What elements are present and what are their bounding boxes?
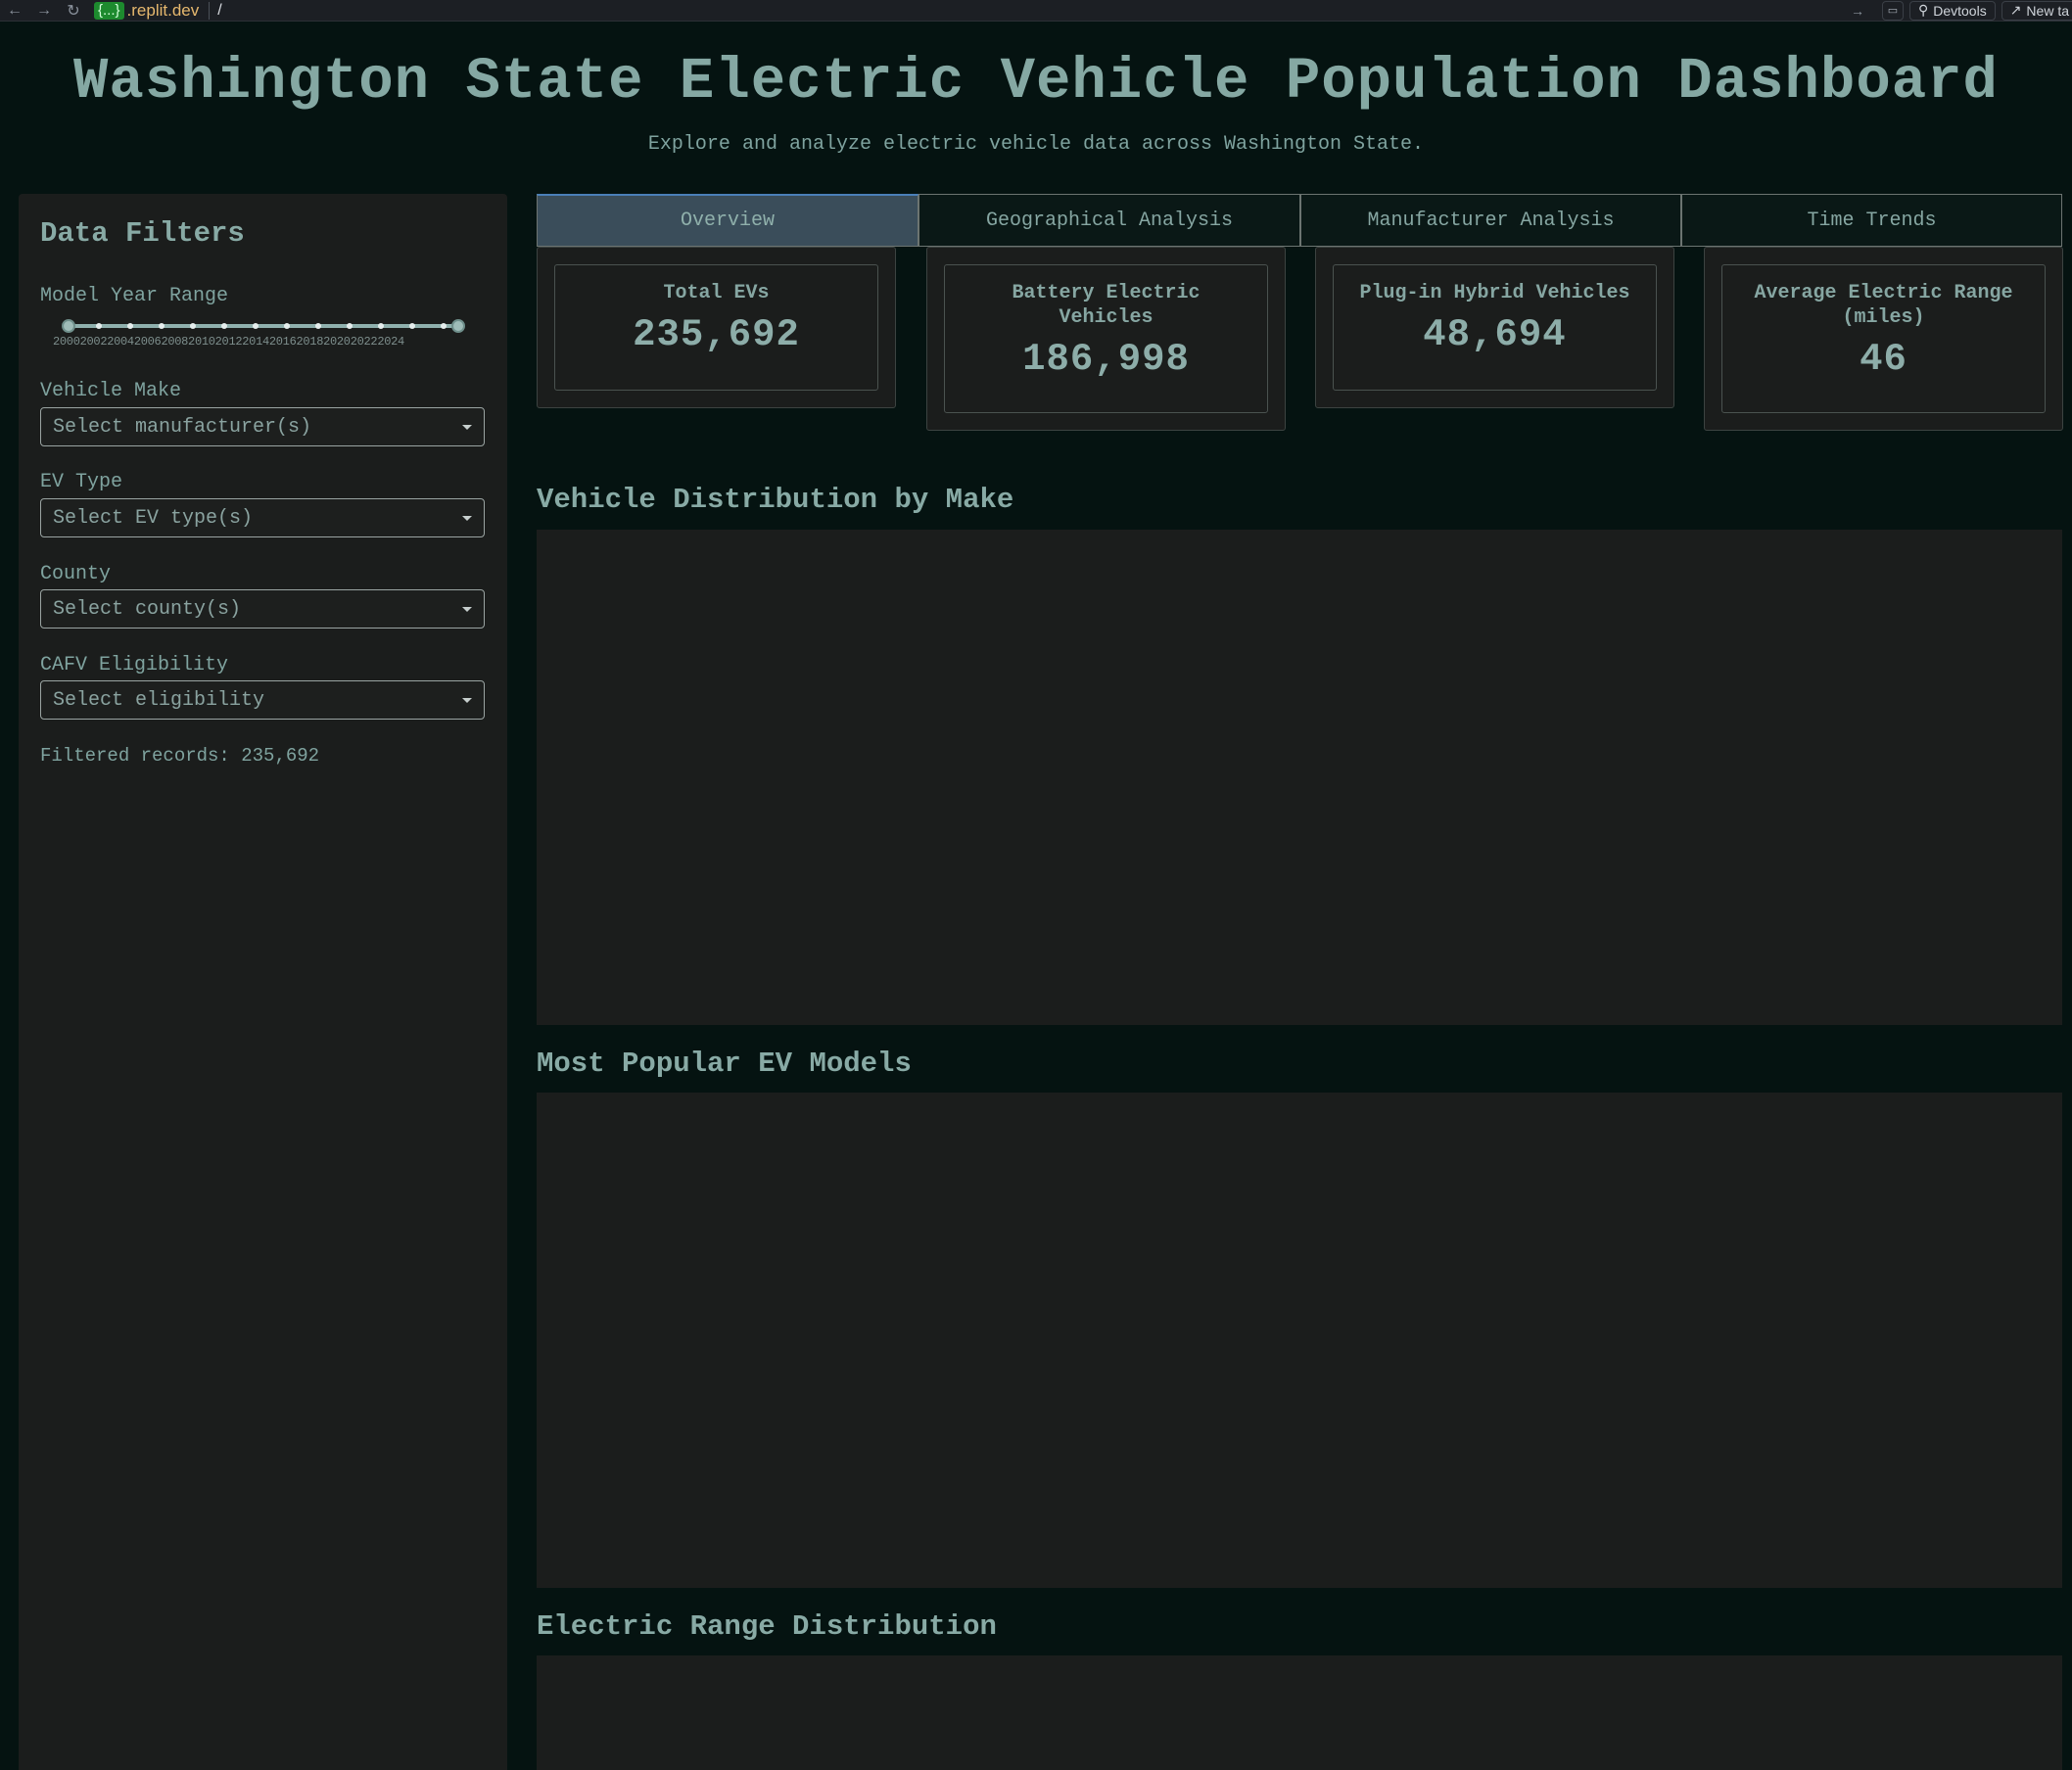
url-path: /: [209, 1, 222, 20]
slider-step-dot: [378, 323, 384, 329]
cafv-eligibility-label: CAFV Eligibility: [40, 654, 229, 676]
county-select[interactable]: Select county(s): [40, 589, 485, 629]
stat-card-avg-range: Average Electric Range (miles) 46: [1704, 247, 2063, 431]
stat-card-phev: Plug-in Hybrid Vehicles 48,694: [1315, 247, 1674, 408]
tab-geographical-analysis[interactable]: Geographical Analysis: [918, 194, 1300, 247]
stat-label: Average Electric Range (miles): [1754, 282, 2013, 329]
popular-models-chart: [537, 1093, 2062, 1588]
ev-type-placeholder: Select EV type(s): [53, 506, 254, 530]
go-arrow-icon[interactable]: →: [1851, 3, 1864, 19]
stat-value: 46: [1860, 338, 1907, 381]
stat-card-total-evs: Total EVs 235,692: [537, 247, 896, 408]
make-distribution-chart: [537, 530, 2062, 1025]
year-tick: 2024: [377, 335, 404, 349]
ev-type-label: EV Type: [40, 471, 123, 493]
cafv-eligibility-select[interactable]: Select eligibility: [40, 680, 485, 720]
slider-step-dot: [159, 323, 165, 329]
stat-label: Plug-in Hybrid Vehicles: [1359, 282, 1630, 304]
back-arrow-icon[interactable]: ←: [0, 0, 29, 22]
county-label: County: [40, 563, 112, 585]
page-title: Washington State Electric Vehicle Popula…: [73, 49, 1999, 115]
slider-step-dot: [315, 323, 321, 329]
url-badge: {...}: [94, 1, 124, 20]
slider-step-dot: [441, 323, 447, 329]
sidebar-title: Data Filters: [40, 217, 245, 250]
slider-step-dot: [409, 323, 415, 329]
year-tick: 2002: [79, 335, 108, 349]
vehicle-make-select[interactable]: Select manufacturer(s): [40, 407, 485, 446]
year-range-slider[interactable]: [62, 318, 465, 334]
year-tick: 2004: [107, 335, 134, 349]
reload-icon[interactable]: ↻: [59, 0, 88, 22]
wrench-icon: ⚲: [1917, 2, 1929, 18]
ev-type-select[interactable]: Select EV type(s): [40, 498, 485, 537]
slider-handle-max[interactable]: [451, 319, 465, 333]
chevron-down-icon: [462, 698, 472, 703]
filtered-records-count: Filtered records: 235,692: [40, 745, 320, 767]
section-title-range-distribution: Electric Range Distribution: [537, 1610, 997, 1643]
external-link-icon: ↗: [2009, 2, 2022, 18]
forward-arrow-icon[interactable]: →: [29, 0, 59, 22]
vehicle-make-label: Vehicle Make: [40, 380, 182, 402]
stat-value: 235,692: [633, 313, 800, 356]
stat-value: 48,694: [1423, 313, 1567, 356]
slider-handle-min[interactable]: [62, 319, 75, 333]
year-tick: 2006: [133, 335, 162, 349]
year-tick: 2012: [214, 335, 243, 349]
cafv-eligibility-placeholder: Select eligibility: [53, 688, 265, 712]
year-tick-labels: 2000 2002 2004 2006 2008 2010 2012 2014 …: [53, 335, 484, 349]
slider-step-dot: [253, 323, 259, 329]
year-tick: 2010: [188, 335, 215, 349]
filters-sidebar: Data Filters Model Year Range 2000 2002 …: [19, 194, 507, 1770]
chevron-down-icon: [462, 425, 472, 430]
browser-toolbar: ← → ↻ {...} .replit.dev / → ▭ ⚲ Devtools…: [0, 0, 2072, 22]
slider-step-dot: [190, 323, 196, 329]
slider-step-dot: [127, 323, 133, 329]
slider-step-dot: [221, 323, 227, 329]
tab-overview[interactable]: Overview: [537, 194, 918, 247]
address-bar[interactable]: {...} .replit.dev /: [94, 0, 222, 20]
year-tick: 2018: [296, 335, 324, 349]
slider-step-dot: [96, 323, 102, 329]
section-title-popular-models: Most Popular EV Models: [537, 1048, 912, 1080]
screen-icon[interactable]: ▭: [1881, 0, 1904, 21]
chevron-down-icon: [462, 607, 472, 612]
year-tick: 2014: [242, 335, 269, 349]
tab-manufacturer-analysis[interactable]: Manufacturer Analysis: [1300, 194, 1681, 247]
slider-track: [68, 324, 459, 328]
stat-label: Battery Electric Vehicles: [1012, 282, 1201, 329]
stat-label: Total EVs: [663, 282, 770, 304]
tab-time-trends[interactable]: Time Trends: [1681, 194, 2062, 247]
year-range-label: Model Year Range: [40, 285, 229, 307]
chevron-down-icon: [462, 516, 472, 521]
year-tick: 2020: [323, 335, 351, 349]
stat-value: 186,998: [1022, 338, 1190, 381]
section-title-make-distribution: Vehicle Distribution by Make: [537, 484, 1014, 516]
year-tick: 2008: [161, 335, 189, 349]
new-tab-label: New ta: [2026, 2, 2069, 19]
slider-step-dot: [347, 323, 353, 329]
year-tick: 2016: [268, 335, 297, 349]
page-subtitle: Explore and analyze electric vehicle dat…: [647, 133, 1425, 156]
main-tabs: Overview Geographical Analysis Manufactu…: [537, 194, 2062, 247]
county-placeholder: Select county(s): [53, 597, 242, 621]
year-tick: 2022: [350, 335, 378, 349]
url-domain: .replit.dev: [126, 0, 200, 20]
devtools-button[interactable]: ⚲ Devtools: [1908, 0, 1996, 21]
vehicle-make-placeholder: Select manufacturer(s): [53, 415, 312, 439]
stat-card-bev: Battery Electric Vehicles 186,998: [926, 247, 1286, 431]
range-distribution-chart: [537, 1655, 2062, 1770]
devtools-label: Devtools: [1933, 2, 1987, 19]
slider-step-dot: [284, 323, 290, 329]
year-tick: 2000: [53, 335, 80, 349]
new-tab-button[interactable]: ↗ New ta: [2001, 0, 2072, 21]
